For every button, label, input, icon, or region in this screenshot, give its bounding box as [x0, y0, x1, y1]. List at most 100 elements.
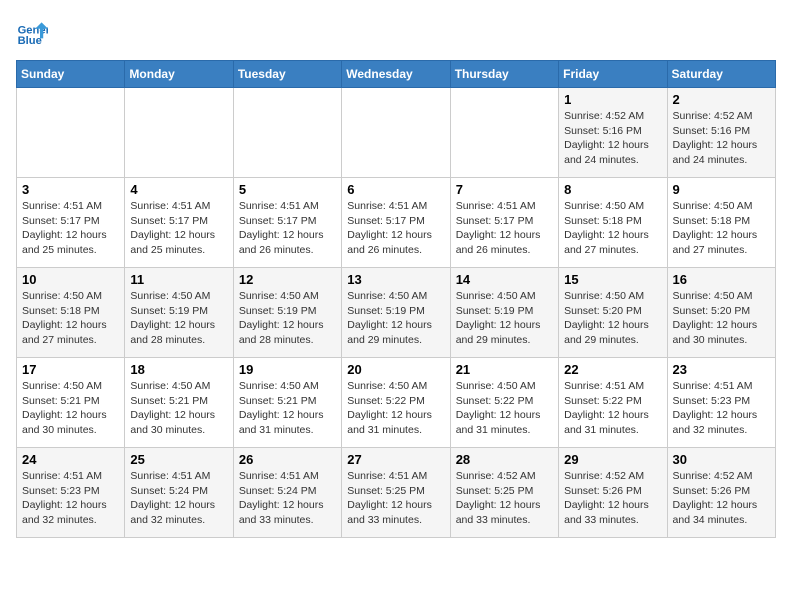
calendar-cell: 1 Sunrise: 4:52 AM Sunset: 5:16 PM Daylig… — [559, 88, 667, 178]
day-info: Sunrise: 4:50 AM Sunset: 5:20 PM Dayligh… — [564, 289, 661, 348]
day-info: Sunrise: 4:50 AM Sunset: 5:18 PM Dayligh… — [673, 199, 770, 258]
day-info: Sunrise: 4:51 AM Sunset: 5:17 PM Dayligh… — [130, 199, 227, 258]
calendar-cell — [125, 88, 233, 178]
calendar-cell: 23 Sunrise: 4:51 AM Sunset: 5:23 PM Dayli… — [667, 358, 775, 448]
calendar-cell: 30Sunrise: 4:52 AM Sunset: 5:26 PM Dayli… — [667, 448, 775, 538]
calendar-week-2: 3 Sunrise: 4:51 AM Sunset: 5:17 PM Daylig… — [17, 178, 776, 268]
day-number: 21 — [456, 362, 553, 377]
day-number: 3 — [22, 182, 119, 197]
day-info: Sunrise: 4:50 AM Sunset: 5:21 PM Dayligh… — [130, 379, 227, 438]
logo-icon: General Blue — [16, 16, 48, 48]
calendar-week-1: 1 Sunrise: 4:52 AM Sunset: 5:16 PM Daylig… — [17, 88, 776, 178]
day-number: 16 — [673, 272, 770, 287]
day-info: Sunrise: 4:51 AM Sunset: 5:17 PM Dayligh… — [22, 199, 119, 258]
day-info: Sunrise: 4:52 AM Sunset: 5:26 PM Dayligh… — [673, 469, 770, 528]
calendar-cell: 13 Sunrise: 4:50 AM Sunset: 5:19 PM Dayli… — [342, 268, 450, 358]
day-number: 19 — [239, 362, 336, 377]
day-info: Sunrise: 4:51 AM Sunset: 5:24 PM Dayligh… — [239, 469, 336, 528]
day-info: Sunrise: 4:50 AM Sunset: 5:19 PM Dayligh… — [347, 289, 444, 348]
day-number: 29 — [564, 452, 661, 467]
day-number: 2 — [673, 92, 770, 107]
day-number: 27 — [347, 452, 444, 467]
day-number: 20 — [347, 362, 444, 377]
weekday-header-row: SundayMondayTuesdayWednesdayThursdayFrid… — [17, 61, 776, 88]
calendar-cell — [450, 88, 558, 178]
calendar-cell: 25 Sunrise: 4:51 AM Sunset: 5:24 PM Dayli… — [125, 448, 233, 538]
day-number: 12 — [239, 272, 336, 287]
day-info: Sunrise: 4:50 AM Sunset: 5:18 PM Dayligh… — [564, 199, 661, 258]
calendar-cell: 28 Sunrise: 4:52 AM Sunset: 5:25 PM Dayli… — [450, 448, 558, 538]
day-info: Sunrise: 4:51 AM Sunset: 5:25 PM Dayligh… — [347, 469, 444, 528]
day-number: 28 — [456, 452, 553, 467]
day-number: 26 — [239, 452, 336, 467]
calendar-cell: 21Sunrise: 4:50 AM Sunset: 5:22 PM Dayli… — [450, 358, 558, 448]
day-number: 14 — [456, 272, 553, 287]
calendar-cell — [233, 88, 341, 178]
weekday-header-sunday: Sunday — [17, 61, 125, 88]
day-info: Sunrise: 4:51 AM Sunset: 5:23 PM Dayligh… — [22, 469, 119, 528]
calendar-cell: 15 Sunrise: 4:50 AM Sunset: 5:20 PM Dayli… — [559, 268, 667, 358]
calendar-cell: 3 Sunrise: 4:51 AM Sunset: 5:17 PM Daylig… — [17, 178, 125, 268]
calendar-cell: 19 Sunrise: 4:50 AM Sunset: 5:21 PM Dayli… — [233, 358, 341, 448]
day-info: Sunrise: 4:51 AM Sunset: 5:23 PM Dayligh… — [673, 379, 770, 438]
weekday-header-thursday: Thursday — [450, 61, 558, 88]
calendar-cell: 7 Sunrise: 4:51 AM Sunset: 5:17 PM Daylig… — [450, 178, 558, 268]
weekday-header-monday: Monday — [125, 61, 233, 88]
calendar-cell: 11Sunrise: 4:50 AM Sunset: 5:19 PM Dayli… — [125, 268, 233, 358]
calendar-cell: 5Sunrise: 4:51 AM Sunset: 5:17 PM Daylig… — [233, 178, 341, 268]
calendar-week-5: 24 Sunrise: 4:51 AM Sunset: 5:23 PM Dayli… — [17, 448, 776, 538]
calendar-week-4: 17 Sunrise: 4:50 AM Sunset: 5:21 PM Dayli… — [17, 358, 776, 448]
day-number: 4 — [130, 182, 227, 197]
calendar-cell: 12 Sunrise: 4:50 AM Sunset: 5:19 PM Dayli… — [233, 268, 341, 358]
day-number: 15 — [564, 272, 661, 287]
weekday-header-saturday: Saturday — [667, 61, 775, 88]
calendar-cell: 16 Sunrise: 4:50 AM Sunset: 5:20 PM Dayli… — [667, 268, 775, 358]
day-info: Sunrise: 4:50 AM Sunset: 5:18 PM Dayligh… — [22, 289, 119, 348]
page-header: General Blue — [16, 16, 776, 48]
day-number: 25 — [130, 452, 227, 467]
day-number: 18 — [130, 362, 227, 377]
day-info: Sunrise: 4:52 AM Sunset: 5:16 PM Dayligh… — [673, 109, 770, 168]
calendar-week-3: 10 Sunrise: 4:50 AM Sunset: 5:18 PM Dayli… — [17, 268, 776, 358]
day-info: Sunrise: 4:52 AM Sunset: 5:16 PM Dayligh… — [564, 109, 661, 168]
day-info: Sunrise: 4:51 AM Sunset: 5:17 PM Dayligh… — [347, 199, 444, 258]
day-number: 22 — [564, 362, 661, 377]
weekday-header-tuesday: Tuesday — [233, 61, 341, 88]
day-number: 24 — [22, 452, 119, 467]
day-info: Sunrise: 4:50 AM Sunset: 5:19 PM Dayligh… — [130, 289, 227, 348]
day-number: 17 — [22, 362, 119, 377]
calendar-cell: 6 Sunrise: 4:51 AM Sunset: 5:17 PM Daylig… — [342, 178, 450, 268]
calendar-cell: 18 Sunrise: 4:50 AM Sunset: 5:21 PM Dayli… — [125, 358, 233, 448]
day-number: 7 — [456, 182, 553, 197]
day-info: Sunrise: 4:50 AM Sunset: 5:21 PM Dayligh… — [239, 379, 336, 438]
day-info: Sunrise: 4:50 AM Sunset: 5:20 PM Dayligh… — [673, 289, 770, 348]
calendar-cell: 26 Sunrise: 4:51 AM Sunset: 5:24 PM Dayli… — [233, 448, 341, 538]
calendar-cell: 8Sunrise: 4:50 AM Sunset: 5:18 PM Daylig… — [559, 178, 667, 268]
day-info: Sunrise: 4:51 AM Sunset: 5:22 PM Dayligh… — [564, 379, 661, 438]
day-number: 1 — [564, 92, 661, 107]
day-number: 10 — [22, 272, 119, 287]
day-info: Sunrise: 4:51 AM Sunset: 5:17 PM Dayligh… — [239, 199, 336, 258]
calendar-cell — [17, 88, 125, 178]
day-info: Sunrise: 4:52 AM Sunset: 5:25 PM Dayligh… — [456, 469, 553, 528]
logo: General Blue — [16, 16, 52, 48]
day-info: Sunrise: 4:50 AM Sunset: 5:21 PM Dayligh… — [22, 379, 119, 438]
weekday-header-friday: Friday — [559, 61, 667, 88]
day-number: 6 — [347, 182, 444, 197]
day-number: 9 — [673, 182, 770, 197]
day-info: Sunrise: 4:51 AM Sunset: 5:24 PM Dayligh… — [130, 469, 227, 528]
calendar-cell: 20 Sunrise: 4:50 AM Sunset: 5:22 PM Dayli… — [342, 358, 450, 448]
day-number: 13 — [347, 272, 444, 287]
calendar-body: 1 Sunrise: 4:52 AM Sunset: 5:16 PM Daylig… — [17, 88, 776, 538]
calendar-cell: 27 Sunrise: 4:51 AM Sunset: 5:25 PM Dayli… — [342, 448, 450, 538]
calendar-cell: 17 Sunrise: 4:50 AM Sunset: 5:21 PM Dayli… — [17, 358, 125, 448]
day-info: Sunrise: 4:51 AM Sunset: 5:17 PM Dayligh… — [456, 199, 553, 258]
day-number: 23 — [673, 362, 770, 377]
day-info: Sunrise: 4:50 AM Sunset: 5:19 PM Dayligh… — [456, 289, 553, 348]
calendar-cell: 4 Sunrise: 4:51 AM Sunset: 5:17 PM Daylig… — [125, 178, 233, 268]
calendar-cell: 22 Sunrise: 4:51 AM Sunset: 5:22 PM Dayli… — [559, 358, 667, 448]
day-info: Sunrise: 4:50 AM Sunset: 5:19 PM Dayligh… — [239, 289, 336, 348]
day-info: Sunrise: 4:50 AM Sunset: 5:22 PM Dayligh… — [347, 379, 444, 438]
calendar-header: SundayMondayTuesdayWednesdayThursdayFrid… — [17, 61, 776, 88]
calendar-cell: 9 Sunrise: 4:50 AM Sunset: 5:18 PM Daylig… — [667, 178, 775, 268]
